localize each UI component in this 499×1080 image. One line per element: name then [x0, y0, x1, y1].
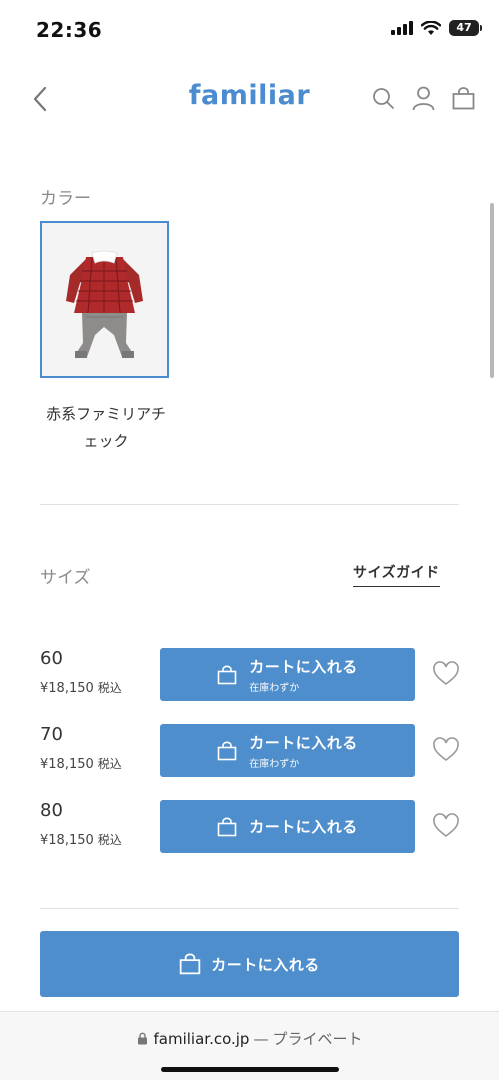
- add-to-cart-main-button[interactable]: カートに入れる: [40, 931, 459, 997]
- cellular-signal-icon: [391, 21, 413, 35]
- divider: [40, 908, 459, 909]
- wifi-icon: [421, 20, 441, 35]
- account-button[interactable]: [411, 84, 435, 112]
- cart-button-label: カートに入れる: [249, 818, 358, 836]
- color-section-label: カラー: [40, 189, 91, 209]
- size-value: 70: [40, 724, 63, 745]
- cart-button-label: カートに入れる: [249, 733, 358, 752]
- size-row-70: 70 ¥18,150 税込 カートに入れる在庫わずか: [40, 724, 459, 780]
- size-price: ¥18,150 税込: [40, 833, 122, 848]
- lock-icon: [137, 1032, 147, 1045]
- stock-status: 在庫わずか: [249, 758, 300, 770]
- stock-status: 在庫わずか: [249, 682, 300, 694]
- cart-button[interactable]: [451, 84, 475, 112]
- divider: [40, 504, 459, 505]
- url-display[interactable]: familiar.co.jp — プライベート: [0, 1028, 499, 1049]
- size-value: 60: [40, 648, 63, 669]
- size-price: ¥18,150 税込: [40, 757, 122, 772]
- favorite-heart-icon[interactable]: [432, 812, 460, 840]
- private-mode-label: プライベート: [272, 1030, 363, 1048]
- shopping-bag-icon: [217, 817, 237, 836]
- shopping-bag-icon: [217, 741, 237, 760]
- cart-button-label: カートに入れる: [249, 657, 358, 676]
- status-time: 22:36: [36, 18, 103, 42]
- size-row-60: 60 ¥18,150 税込 カートに入れる在庫わずか: [40, 648, 459, 704]
- home-indicator[interactable]: [161, 1067, 339, 1072]
- favorite-heart-icon[interactable]: [432, 736, 460, 764]
- color-swatch-label: 赤系ファミリアチ ェック: [46, 405, 166, 450]
- add-to-cart-button-60[interactable]: カートに入れる在庫わずか: [160, 648, 415, 701]
- size-value: 80: [40, 800, 63, 821]
- add-to-cart-button-70[interactable]: カートに入れる在庫わずか: [160, 724, 415, 777]
- battery-icon: 47: [449, 20, 482, 36]
- user-icon: [412, 86, 434, 110]
- search-icon: [372, 87, 394, 109]
- status-icons: 47: [391, 20, 482, 36]
- favorite-heart-icon[interactable]: [432, 660, 460, 688]
- url-separator: —: [253, 1030, 269, 1048]
- size-section-label: サイズ: [40, 568, 91, 588]
- shopping-bag-icon: [217, 665, 237, 684]
- search-button[interactable]: [371, 84, 395, 112]
- add-to-cart-button-80[interactable]: カートに入れる: [160, 800, 415, 853]
- shopping-bag-icon: [452, 86, 474, 109]
- site-header: familiar: [0, 72, 499, 126]
- size-price: ¥18,150 税込: [40, 681, 122, 696]
- color-swatch-red-check[interactable]: [40, 221, 169, 378]
- status-bar: 22:36 47: [0, 0, 499, 58]
- browser-address-bar[interactable]: familiar.co.jp — プライベート: [0, 1011, 499, 1080]
- shopping-bag-icon: [180, 953, 201, 975]
- product-image: [42, 223, 167, 376]
- size-row-80: 80 ¥18,150 税込 カートに入れる: [40, 800, 459, 856]
- size-guide-link[interactable]: サイズガイド: [353, 562, 440, 587]
- header-actions: [371, 84, 475, 112]
- url-domain: familiar.co.jp: [153, 1030, 250, 1048]
- scrollbar: [490, 203, 494, 378]
- add-to-cart-main-label: カートに入れる: [211, 955, 320, 974]
